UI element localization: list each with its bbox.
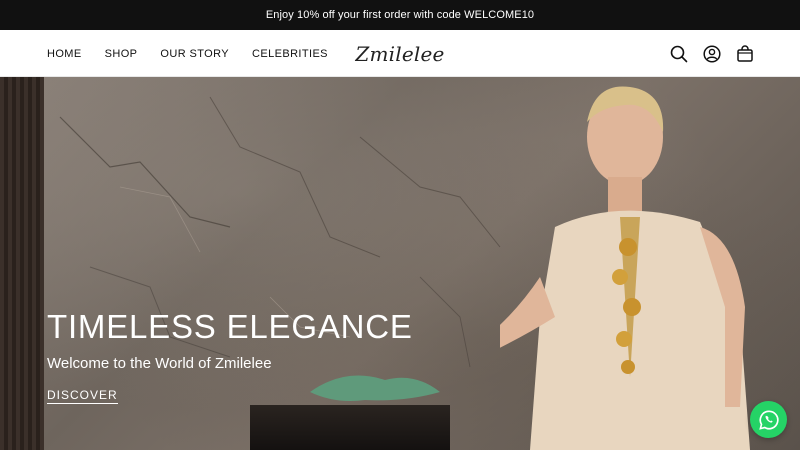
nav-shop[interactable]: SHOP	[105, 48, 138, 60]
nav-home[interactable]: HOME	[47, 48, 82, 60]
green-sculpture	[310, 375, 440, 401]
site-header: HOME SHOP OUR STORY CELEBRITIES Zmilelee	[0, 30, 800, 77]
nav-celebrities[interactable]: CELEBRITIES	[252, 48, 328, 60]
brand-logo[interactable]: Zmilelee	[355, 42, 444, 66]
nav-our-story[interactable]: OUR STORY	[160, 48, 229, 60]
sculpture-pedestal	[250, 405, 450, 450]
account-icon[interactable]	[703, 44, 721, 63]
hero-title: TIMELESS ELEGANCE	[47, 308, 413, 345]
whatsapp-icon	[758, 409, 779, 430]
announcement-bar: Enjoy 10% off your first order with code…	[0, 0, 800, 30]
hero-banner: TIMELESS ELEGANCE Welcome to the World o…	[0, 77, 800, 450]
discover-link[interactable]: DISCOVER	[47, 388, 118, 404]
whatsapp-button[interactable]	[750, 401, 787, 438]
header-icons	[670, 30, 754, 77]
model-figure	[500, 86, 750, 450]
search-icon[interactable]	[670, 45, 688, 63]
main-nav: HOME SHOP OUR STORY CELEBRITIES	[47, 30, 351, 77]
announcement-text: Enjoy 10% off your first order with code…	[265, 9, 535, 21]
cart-icon[interactable]	[736, 44, 754, 63]
hero-subtitle: Welcome to the World of Zmilelee	[47, 355, 272, 372]
